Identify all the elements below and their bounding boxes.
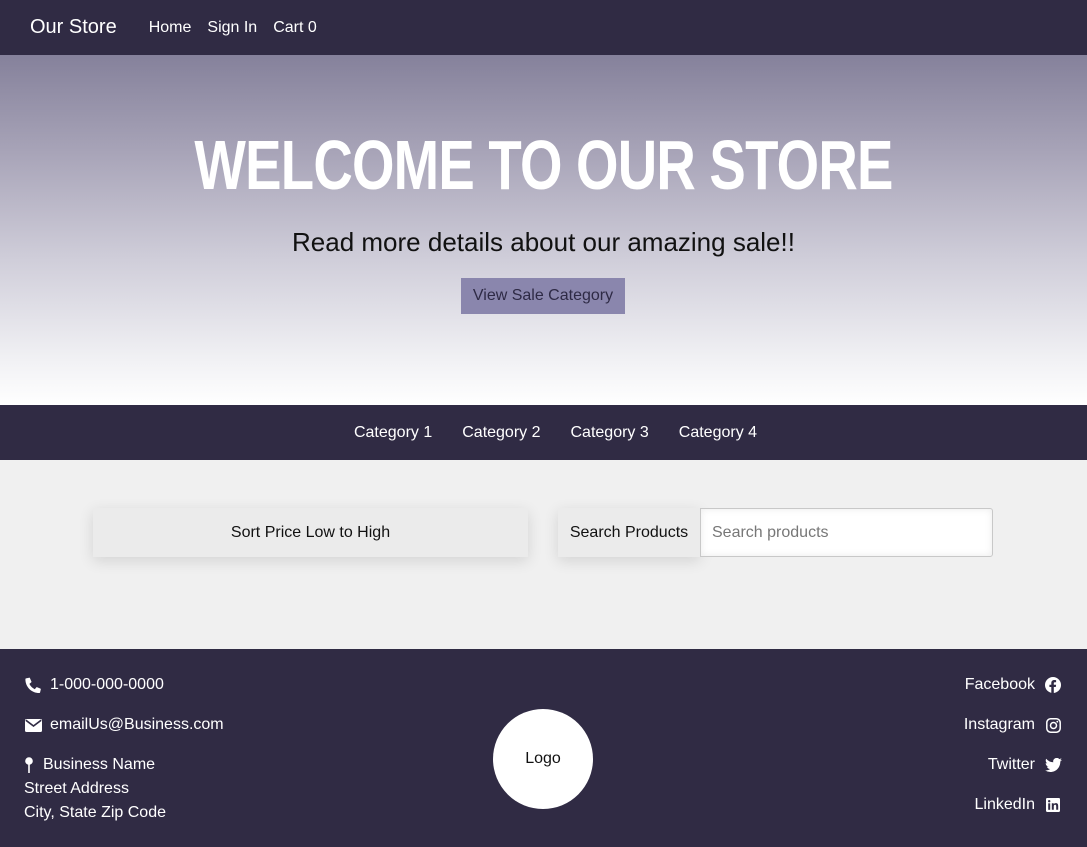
linkedin-label: LinkedIn xyxy=(974,796,1036,813)
twitter-link[interactable]: Twitter xyxy=(988,756,1062,774)
category-bar: Category 1 Category 2 Category 3 Categor… xyxy=(0,405,1087,460)
footer-city-state-zip: City, State Zip Code xyxy=(24,804,166,821)
view-sale-category-button[interactable]: View Sale Category xyxy=(461,278,625,314)
hero-banner: WELCOME TO OUR STORE Read more details a… xyxy=(0,55,1087,405)
map-pin-icon xyxy=(24,756,34,774)
category-link-3[interactable]: Category 3 xyxy=(571,424,649,442)
facebook-label: Facebook xyxy=(964,676,1035,693)
hero-subtitle: Read more details about our amazing sale… xyxy=(292,227,795,257)
facebook-link[interactable]: Facebook xyxy=(965,676,1062,694)
brand-link[interactable]: Our Store xyxy=(30,16,117,39)
instagram-icon xyxy=(1044,716,1062,734)
nav-link-home[interactable]: Home xyxy=(149,19,192,37)
nav-link-sign-in[interactable]: Sign In xyxy=(207,19,257,37)
footer-email-text: emailUs@Business.com xyxy=(50,716,224,733)
hero-title: WELCOME TO OUR STORE xyxy=(194,126,893,204)
top-navbar: Our Store Home Sign In Cart 0 xyxy=(0,0,1087,55)
category-link-1[interactable]: Category 1 xyxy=(354,424,432,442)
footer-email[interactable]: emailUs@Business.com xyxy=(24,716,224,734)
nav-link-cart[interactable]: Cart 0 xyxy=(273,19,317,37)
search-products-label: Search Products xyxy=(558,508,700,557)
envelope-icon xyxy=(24,716,42,734)
instagram-link[interactable]: Instagram xyxy=(964,716,1062,734)
footer-phone[interactable]: 1-000-000-0000 xyxy=(24,676,164,694)
search-input[interactable] xyxy=(700,508,993,557)
footer-logo: Logo xyxy=(493,709,593,809)
sort-price-button[interactable]: Sort Price Low to High xyxy=(93,508,528,557)
footer-street-address: Street Address xyxy=(24,780,129,797)
footer-phone-text: 1-000-000-0000 xyxy=(50,676,164,693)
phone-icon xyxy=(24,676,42,694)
linkedin-icon xyxy=(1044,796,1062,814)
footer-business-name-text: Business Name xyxy=(43,756,156,773)
instagram-label: Instagram xyxy=(963,716,1035,733)
twitter-icon xyxy=(1044,756,1062,774)
category-link-4[interactable]: Category 4 xyxy=(679,424,757,442)
linkedin-link[interactable]: LinkedIn xyxy=(975,796,1063,814)
footer-business-name: Business Name xyxy=(24,756,155,774)
twitter-label: Twitter xyxy=(987,756,1035,773)
facebook-icon xyxy=(1044,676,1062,694)
category-link-2[interactable]: Category 2 xyxy=(462,424,540,442)
footer: 1-000-000-0000 emailUs@Business.com Busi… xyxy=(0,649,1087,847)
